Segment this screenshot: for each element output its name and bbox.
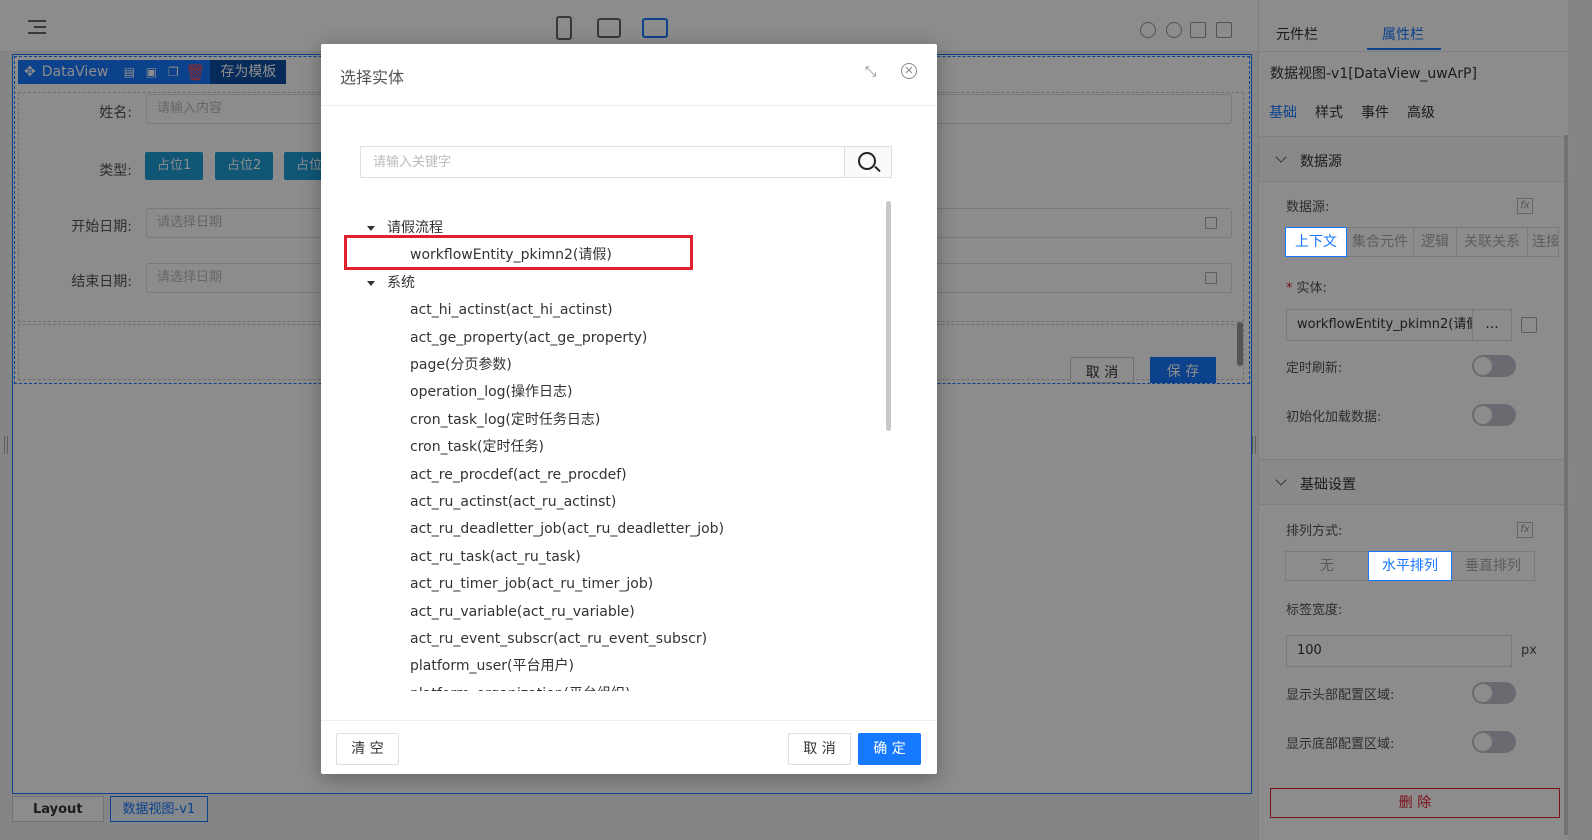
ds-option-context[interactable]: 上下文 [1285,227,1347,257]
tree-item[interactable]: act_ru_actinst(act_ru_actinst) [321,491,616,513]
tree-item[interactable]: act_ru_event_subscr(act_ru_event_subscr) [321,628,707,650]
tree-item[interactable]: platform_user(平台用户) [321,655,574,677]
tree-item[interactable]: act_ru_timer_job(act_ru_timer_job) [321,573,653,595]
tree-scrollbar[interactable] [886,201,891,431]
tree-item[interactable]: act_ru_variable(act_ru_variable) [321,601,635,623]
dialog-header: 选择实体 ⤡ ✕ [321,44,937,106]
tree-item[interactable]: operation_log(操作日志) [321,381,572,403]
entity-tree: 请假流程 workflowEntity_pkimn2(请假) 系统 act_hi_ac… [321,214,881,691]
layout-option-horizontal[interactable]: 水平排列 [1368,551,1452,581]
caret-down-icon[interactable] [367,226,375,231]
fullscreen-icon[interactable]: ⤡ [865,65,879,79]
clear-button[interactable]: 清 空 [336,733,399,765]
tree-item[interactable]: act_re_procdef(act_re_procdef) [321,464,627,486]
select-entity-dialog: 选择实体 ⤡ ✕ 请假流程workflowEntity_pkimn2(请假)系统… [321,44,937,774]
tree-item[interactable]: platform_organization(平台组织) [321,683,630,691]
tree-item[interactable]: act_hi_actinst(act_hi_actinst) [321,299,613,321]
tree-item[interactable]: cron_task(定时任务) [321,436,544,458]
tree-item[interactable]: act_ru_task(act_ru_task) [321,546,581,568]
search-button[interactable] [844,147,891,177]
tree-group-label: 请假流程 [387,220,443,236]
search-icon [858,152,876,170]
tree-item[interactable]: cron_task_log(定时任务日志) [321,409,600,431]
dialog-title: 选择实体 [340,68,405,87]
tree-group[interactable]: 系统 [321,272,415,294]
close-icon[interactable]: ✕ [901,63,917,79]
tree-item[interactable]: page(分页参数) [321,354,512,376]
caret-down-icon[interactable] [367,280,375,286]
search-box [360,146,892,178]
confirm-button[interactable]: 确 定 [858,733,921,765]
tree-item[interactable]: act_ru_deadletter_job(act_ru_deadletter_… [321,518,724,540]
highlight-annotation [344,235,693,270]
dialog-footer: 清 空 取 消 确 定 [321,720,937,774]
tree-group-label: 系统 [387,274,415,291]
search-input[interactable] [361,147,845,177]
cancel-button[interactable]: 取 消 [788,733,851,765]
tree-item[interactable]: act_ge_property(act_ge_property) [321,327,647,349]
